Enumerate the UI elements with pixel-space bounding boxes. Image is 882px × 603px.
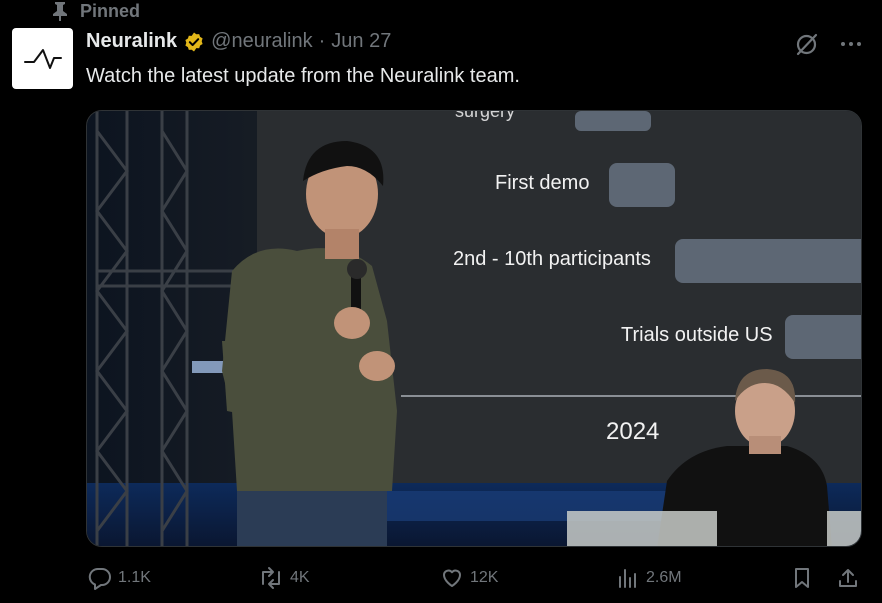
verified-badge-icon[interactable]: [183, 31, 205, 53]
share-icon: [836, 566, 860, 590]
more-icon[interactable]: [840, 40, 862, 48]
reply-count: 1.1K: [118, 569, 151, 586]
separator-dot: ·: [318, 30, 326, 52]
tweet-action-bar: 1.1K 4K 12K 2.6M: [86, 566, 862, 594]
repost-count: 4K: [290, 569, 310, 586]
pinned-indicator: Pinned: [52, 0, 140, 22]
like-count: 12K: [470, 569, 499, 586]
slide-bar-participants: [675, 239, 861, 283]
tweet-media-video[interactable]: surgery First demo 2nd - 10th participan…: [86, 110, 862, 547]
slide-label-participants: 2nd - 10th participants: [453, 248, 651, 270]
slide-label-first-demo: First demo: [495, 172, 590, 194]
repost-icon: [258, 566, 284, 590]
slide-bar-first-demo: [609, 163, 675, 207]
slide-label-year: 2024: [606, 418, 660, 445]
avatar[interactable]: [12, 28, 73, 89]
slide-bar-partial: [575, 111, 651, 131]
heart-icon: [440, 566, 464, 590]
author-name[interactable]: Neuralink: [86, 30, 177, 53]
grok-icon[interactable]: [794, 31, 820, 57]
views-button[interactable]: 2.6M: [616, 566, 682, 590]
share-button[interactable]: [836, 566, 860, 590]
slide-bar-trials: [785, 315, 861, 359]
neuralink-logo-icon: [23, 48, 62, 69]
views-icon: [616, 566, 640, 590]
tweet-top-actions: [794, 31, 862, 57]
like-button[interactable]: 12K: [440, 566, 498, 590]
repost-button[interactable]: 4K: [258, 566, 310, 590]
slide-label-trials: Trials outside US: [621, 324, 773, 346]
view-count: 2.6M: [646, 569, 682, 586]
pinned-label: Pinned: [80, 0, 141, 21]
pin-icon: [52, 1, 68, 21]
tweet-header: Neuralink @neuralink · Jun 27: [86, 30, 391, 53]
author-handle[interactable]: @neuralink: [211, 30, 312, 53]
reply-button[interactable]: 1.1K: [88, 566, 151, 590]
tweet-date[interactable]: Jun 27: [331, 30, 391, 53]
tweet-text: Watch the latest update from the Neurali…: [86, 65, 520, 87]
reply-icon: [88, 566, 112, 590]
slide-label-partial: surgery: [455, 110, 516, 121]
bookmark-button[interactable]: [790, 566, 814, 590]
bookmark-icon: [790, 566, 814, 590]
